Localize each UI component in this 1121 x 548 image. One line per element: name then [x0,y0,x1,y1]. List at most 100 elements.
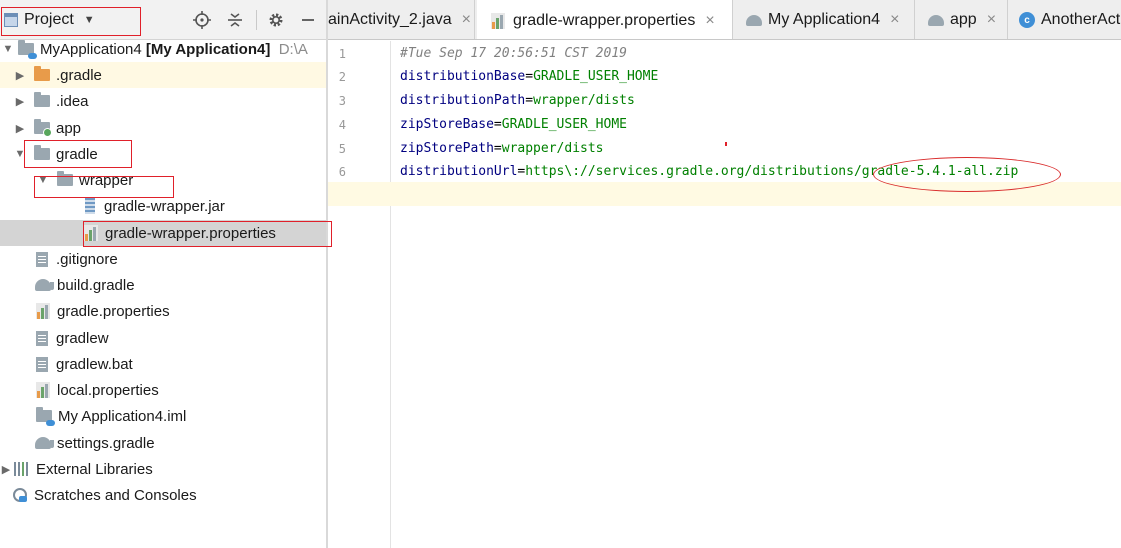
toolbar-separator [256,10,257,30]
tree-item-label: .idea [56,92,89,110]
iml-module-icon [36,407,55,426]
property-key: distributionBase [400,69,526,84]
annotation-box-project [1,7,141,36]
tree-item-local-properties[interactable]: local.properties [0,377,326,403]
code-line-2: distributionBase=GRADLE_USER_HOME [400,69,658,84]
tree-item-app[interactable]: ▶ app [0,115,326,141]
line-number: 1 [338,47,346,61]
tree-item-label: My Application4.iml [58,407,187,425]
property-value: GRADLE_USER_HOME [501,117,627,132]
tree-item-label: settings.gradle [57,434,155,452]
property-key: zipStoreBase [400,117,494,132]
tree-item-build-gradle[interactable]: build.gradle [0,272,326,298]
line-number: 6 [338,165,346,179]
libraries-icon [14,462,30,476]
gradle-elephant-icon [35,279,54,291]
text-file-icon [36,330,48,346]
tree-item-idea[interactable]: ▶ .idea [0,88,326,114]
close-icon[interactable]: × [987,11,996,29]
tab-gradle-wrapper-properties[interactable]: gradle-wrapper.properties × [477,0,733,39]
chevron-right-icon[interactable]: ▶ [0,463,12,476]
gradle-elephant-icon [35,437,54,449]
project-panel: Project ▼ ▼ MyApplication4 [My Applicati… [0,0,326,548]
line-number: 2 [338,70,346,84]
property-key: distributionPath [400,93,526,108]
annotation-box-wrapper [34,176,174,198]
tree-item-gradlew[interactable]: gradlew [0,325,326,351]
gear-icon[interactable] [266,10,286,30]
code-line-1: #Tue Sep 17 20:56:51 CST 2019 [400,46,627,61]
tree-item-label: Scratches and Consoles [34,486,197,504]
code-line-3: distributionPath=wrapper/dists [400,93,635,108]
property-key: distributionUrl [400,164,518,179]
tree-item-path: D:\A [278,40,308,58]
code-editor[interactable]: #Tue Sep 17 20:56:51 CST 2019 distributi… [392,41,1121,548]
tree-item-label: gradle.properties [57,302,170,320]
tree-item-myapplication4[interactable]: ▼ MyApplication4 [My Application4] D:\A [0,36,326,62]
tree-item-module-name: [My Application4] [145,40,271,58]
tab-mainactivity-2-java[interactable]: ainActivity_2.java × [328,0,475,39]
tree-item-iml[interactable]: My Application4.iml [0,403,326,429]
tree-item-gitignore[interactable]: .gitignore [0,246,326,272]
code-line-4: zipStoreBase=GRADLE_USER_HOME [400,117,627,132]
tab-label: My Application4 [768,11,881,28]
tree-item-scratches-and-consoles[interactable]: Scratches and Consoles [0,482,326,508]
tree-item-dot-gradle[interactable]: ▶ .gradle [0,62,326,88]
tree-item-label: .gitignore [56,250,118,268]
property-value: wrapper/dists [501,141,604,156]
tree-item-label: .gradle [56,66,102,84]
annotation-box-gradle [24,140,132,168]
annotation-box-properties [83,221,332,247]
tree-item-gradlew-bat[interactable]: gradlew.bat [0,351,326,377]
tree-item-external-libraries[interactable]: ▶ External Libraries [0,456,326,482]
tab-my-application4[interactable]: My Application4 × [734,0,915,39]
folder-icon [34,92,50,107]
chevron-down-icon[interactable]: ▼ [2,43,14,55]
tree-item-settings-gradle[interactable]: settings.gradle [0,430,326,456]
tree-item-label: app [56,119,82,137]
close-icon[interactable]: × [705,12,714,30]
line-number: 5 [338,142,346,156]
close-icon[interactable]: × [890,11,899,29]
scratches-icon [12,487,28,503]
chevron-right-icon[interactable]: ▶ [14,122,26,135]
properties-icon [491,12,505,29]
property-key: zipStorePath [400,141,494,156]
property-value: GRADLE_USER_HOME [533,69,659,84]
java-class-icon: c [1019,12,1035,28]
tree-item-label: External Libraries [36,460,153,478]
properties-icon [36,303,50,319]
annotation-mark [725,142,727,146]
module-folder-icon [34,119,52,137]
editor-tab-bar: ainActivity_2.java × gradle-wrapper.prop… [328,0,1121,40]
comment-text: #Tue Sep 17 20:56:51 CST 2019 [400,46,627,61]
tree-item-label: build.gradle [57,276,135,294]
tab-anotheractivity[interactable]: c AnotherAct [1009,0,1121,39]
chevron-right-icon[interactable]: ▶ [14,69,26,82]
collapse-icon[interactable] [225,10,245,30]
chevron-right-icon[interactable]: ▶ [14,95,26,108]
line-number: 4 [338,118,346,132]
tree-item-label: gradle-wrapper.jar [104,197,225,215]
tab-app[interactable]: app × [916,0,1008,39]
gradle-elephant-icon [928,14,944,26]
line-number: 3 [338,94,346,108]
properties-icon [36,382,50,398]
equals-sign: = [493,141,502,156]
tree-item-gradle-properties[interactable]: gradle.properties [0,298,326,324]
annotation-oval-gradle-version [873,157,1061,192]
tab-label: AnotherAct [1041,11,1121,28]
orange-folder-icon [34,66,50,81]
tree-item-label: MyApplication4 [40,40,142,58]
tree-item-label: local.properties [57,381,159,399]
text-file-icon [36,356,48,372]
text-file-icon [36,251,48,267]
tree-item-label: gradlew.bat [56,355,133,373]
equals-sign: = [525,93,534,108]
crosshair-icon[interactable] [192,10,212,30]
close-icon[interactable]: × [462,11,471,29]
equals-sign: = [493,117,502,132]
line-number-gutter: 1 2 3 4 5 6 7 [328,41,391,548]
jar-icon [85,198,95,214]
minimize-icon[interactable] [298,10,318,30]
